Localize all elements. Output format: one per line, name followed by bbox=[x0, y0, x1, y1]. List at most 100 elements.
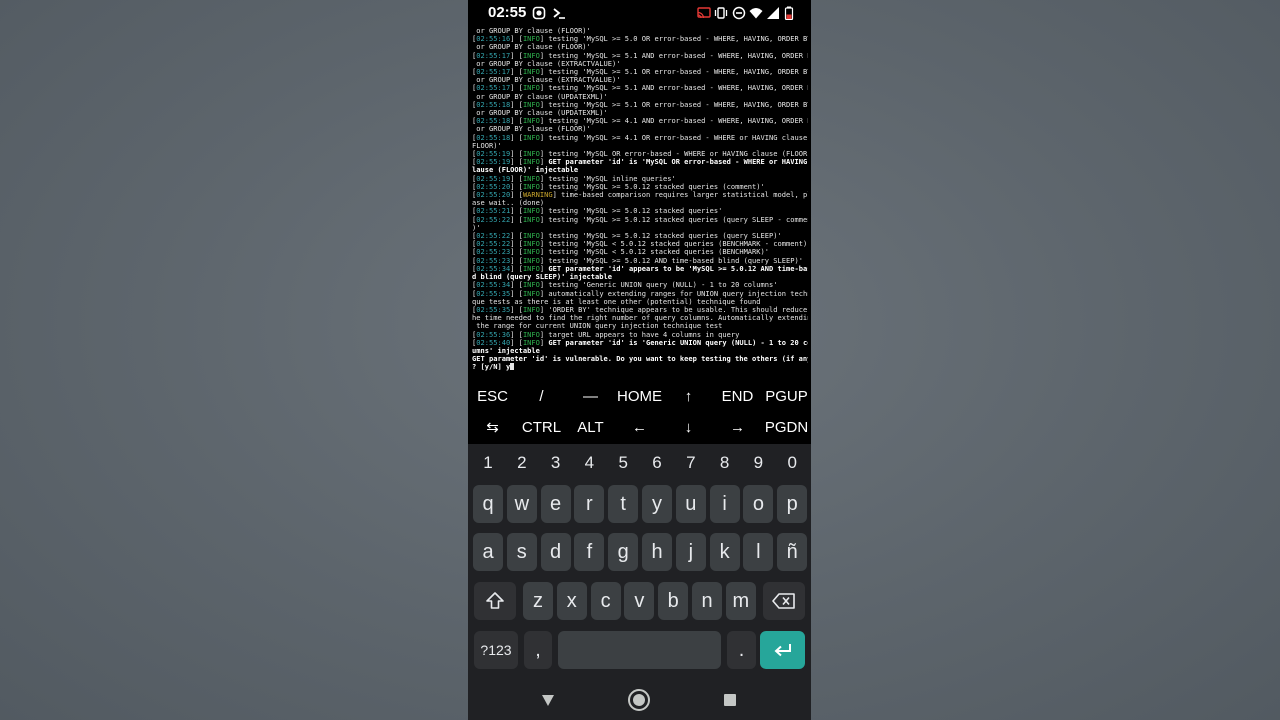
dash-key[interactable]: — bbox=[566, 381, 615, 411]
letter-key-n[interactable]: n bbox=[692, 582, 722, 620]
signal-icon bbox=[767, 7, 779, 19]
letter-key-a[interactable]: a bbox=[473, 533, 503, 571]
terminal-line: [02:55:22] [INFO] testing 'MySQL >= 5.0.… bbox=[472, 214, 808, 224]
letter-key-k[interactable]: k bbox=[709, 533, 740, 571]
terminal-text: GET parameter 'id' is vulnerable. Do you… bbox=[472, 354, 808, 364]
status-clock: 02:55 bbox=[488, 4, 527, 21]
letter-key-m[interactable]: m bbox=[725, 582, 756, 620]
wifi-icon bbox=[749, 8, 763, 19]
letter-key-i[interactable]: i bbox=[709, 485, 740, 523]
dnd-icon bbox=[732, 6, 746, 20]
keyboard-bottom-row: ?123 , . bbox=[468, 631, 811, 669]
letter-key-h[interactable]: h bbox=[642, 533, 672, 571]
letter-key-j[interactable]: j bbox=[675, 533, 706, 571]
letter-key-ñ[interactable]: ñ bbox=[777, 533, 808, 571]
number-key-0[interactable]: 0 bbox=[775, 445, 809, 481]
terminal-prompt-icon bbox=[553, 8, 565, 19]
tab-key[interactable]: ⇆ bbox=[468, 412, 517, 442]
enter-key[interactable] bbox=[760, 631, 805, 669]
vibrate-icon bbox=[714, 7, 728, 19]
terminal-text: INFO bbox=[522, 132, 540, 142]
recents-icon[interactable] bbox=[724, 694, 736, 706]
slash-key[interactable]: / bbox=[517, 381, 566, 411]
status-bar: 02:55 bbox=[468, 0, 811, 28]
terminal-cursor bbox=[510, 363, 515, 371]
back-icon[interactable] bbox=[541, 693, 555, 707]
terminal-line: [02:55:18] [INFO] testing 'MySQL >= 4.1 … bbox=[472, 132, 808, 142]
arrow-right-key[interactable]: → bbox=[713, 412, 762, 442]
number-key-4[interactable]: 4 bbox=[572, 445, 606, 481]
ctrl-key[interactable]: CTRL bbox=[517, 412, 566, 442]
terminal-text: ? [y/N] y bbox=[472, 362, 511, 372]
extra-keys-row-1: ESC / — HOME ↑ END PGUP bbox=[468, 381, 811, 411]
letter-key-p[interactable]: p bbox=[777, 485, 808, 523]
number-key-6[interactable]: 6 bbox=[640, 445, 674, 481]
number-key-5[interactable]: 5 bbox=[606, 445, 640, 481]
number-key-8[interactable]: 8 bbox=[708, 445, 742, 481]
symbols-key[interactable]: ?123 bbox=[474, 631, 518, 669]
extra-keys-row-2: ⇆ CTRL ALT ← ↓ → PGDN bbox=[468, 412, 811, 442]
number-key-9[interactable]: 9 bbox=[741, 445, 775, 481]
terminal-text: GET parameter 'id' is 'MySQL OR error-ba… bbox=[548, 157, 808, 167]
terminal-text: 02:55:22 bbox=[476, 214, 511, 224]
shift-key[interactable] bbox=[474, 582, 516, 620]
battery-low-icon bbox=[784, 6, 794, 20]
terminal-text: ] testing 'MySQL >= 5.0.12 stacked queri… bbox=[539, 214, 808, 224]
letter-key-d[interactable]: d bbox=[540, 533, 571, 571]
soft-keyboard: 1234567890 qwertyuiop asdfghjklñ zxcvbnm… bbox=[468, 444, 811, 682]
terminal-text: ] [ bbox=[510, 132, 523, 142]
space-key[interactable] bbox=[558, 631, 721, 669]
letter-key-s[interactable]: s bbox=[506, 533, 537, 571]
terminal-text: ] testing 'MySQL >= 4.1 OR error-based -… bbox=[539, 132, 808, 142]
home-key[interactable]: HOME bbox=[615, 381, 664, 411]
pgup-key[interactable]: PGUP bbox=[762, 381, 811, 411]
letter-key-z[interactable]: z bbox=[523, 582, 553, 620]
letter-key-w[interactable]: w bbox=[506, 485, 537, 523]
letter-key-t[interactable]: t bbox=[608, 485, 639, 523]
keyboard-row-3: zxcvbnm bbox=[468, 582, 811, 620]
letter-key-x[interactable]: x bbox=[556, 582, 587, 620]
terminal-text: GET parameter 'id' is 'Generic UNION que… bbox=[548, 337, 808, 347]
pgdn-key[interactable]: PGDN bbox=[762, 412, 811, 442]
number-key-3[interactable]: 3 bbox=[539, 445, 573, 481]
number-key-2[interactable]: 2 bbox=[505, 445, 539, 481]
number-key-7[interactable]: 7 bbox=[674, 445, 708, 481]
backspace-icon bbox=[772, 593, 795, 609]
terminal-text: INFO bbox=[522, 214, 540, 224]
letter-key-b[interactable]: b bbox=[658, 582, 689, 620]
backspace-key[interactable] bbox=[763, 582, 805, 620]
esc-key[interactable]: ESC bbox=[468, 381, 517, 411]
letter-key-f[interactable]: f bbox=[574, 533, 605, 571]
keyboard-row-2: asdfghjklñ bbox=[468, 533, 811, 571]
letter-key-r[interactable]: r bbox=[574, 485, 605, 523]
arrow-up-key[interactable]: ↑ bbox=[664, 381, 713, 411]
comma-key[interactable]: , bbox=[524, 631, 552, 669]
cast-icon bbox=[697, 7, 711, 19]
letter-key-v[interactable]: v bbox=[624, 582, 655, 620]
navigation-bar bbox=[468, 682, 811, 720]
arrow-down-key[interactable]: ↓ bbox=[664, 412, 713, 442]
end-key[interactable]: END bbox=[713, 381, 762, 411]
letter-key-g[interactable]: g bbox=[608, 533, 639, 571]
shift-icon bbox=[486, 592, 504, 609]
period-key[interactable]: . bbox=[727, 631, 756, 669]
terminal-text: ] time-based comparison requires larger … bbox=[552, 190, 808, 200]
letter-key-c[interactable]: c bbox=[590, 582, 621, 620]
letter-key-l[interactable]: l bbox=[743, 533, 774, 571]
letter-key-q[interactable]: q bbox=[473, 485, 503, 523]
terminal-output[interactable]: or GROUP BY clause (FLOOR)' [02:55:16] [I… bbox=[472, 27, 808, 374]
terminal-line: ? [y/N] y bbox=[472, 363, 808, 371]
keyboard-number-row: 1234567890 bbox=[468, 445, 811, 481]
alt-key[interactable]: ALT bbox=[566, 412, 615, 442]
phone-screen: 02:55 or GROUP BY clause (FLOOR)' [02:55… bbox=[468, 0, 811, 720]
letter-key-e[interactable]: e bbox=[540, 485, 571, 523]
home-icon[interactable] bbox=[627, 688, 651, 712]
terminal-text: ] [ bbox=[510, 214, 523, 224]
terminal-line: GET parameter 'id' is vulnerable. Do you… bbox=[472, 355, 808, 363]
number-key-1[interactable]: 1 bbox=[471, 445, 505, 481]
letter-key-o[interactable]: o bbox=[743, 485, 774, 523]
arrow-left-key[interactable]: ← bbox=[615, 412, 664, 442]
letter-key-y[interactable]: y bbox=[642, 485, 672, 523]
letter-key-u[interactable]: u bbox=[675, 485, 706, 523]
enter-icon bbox=[774, 644, 791, 657]
